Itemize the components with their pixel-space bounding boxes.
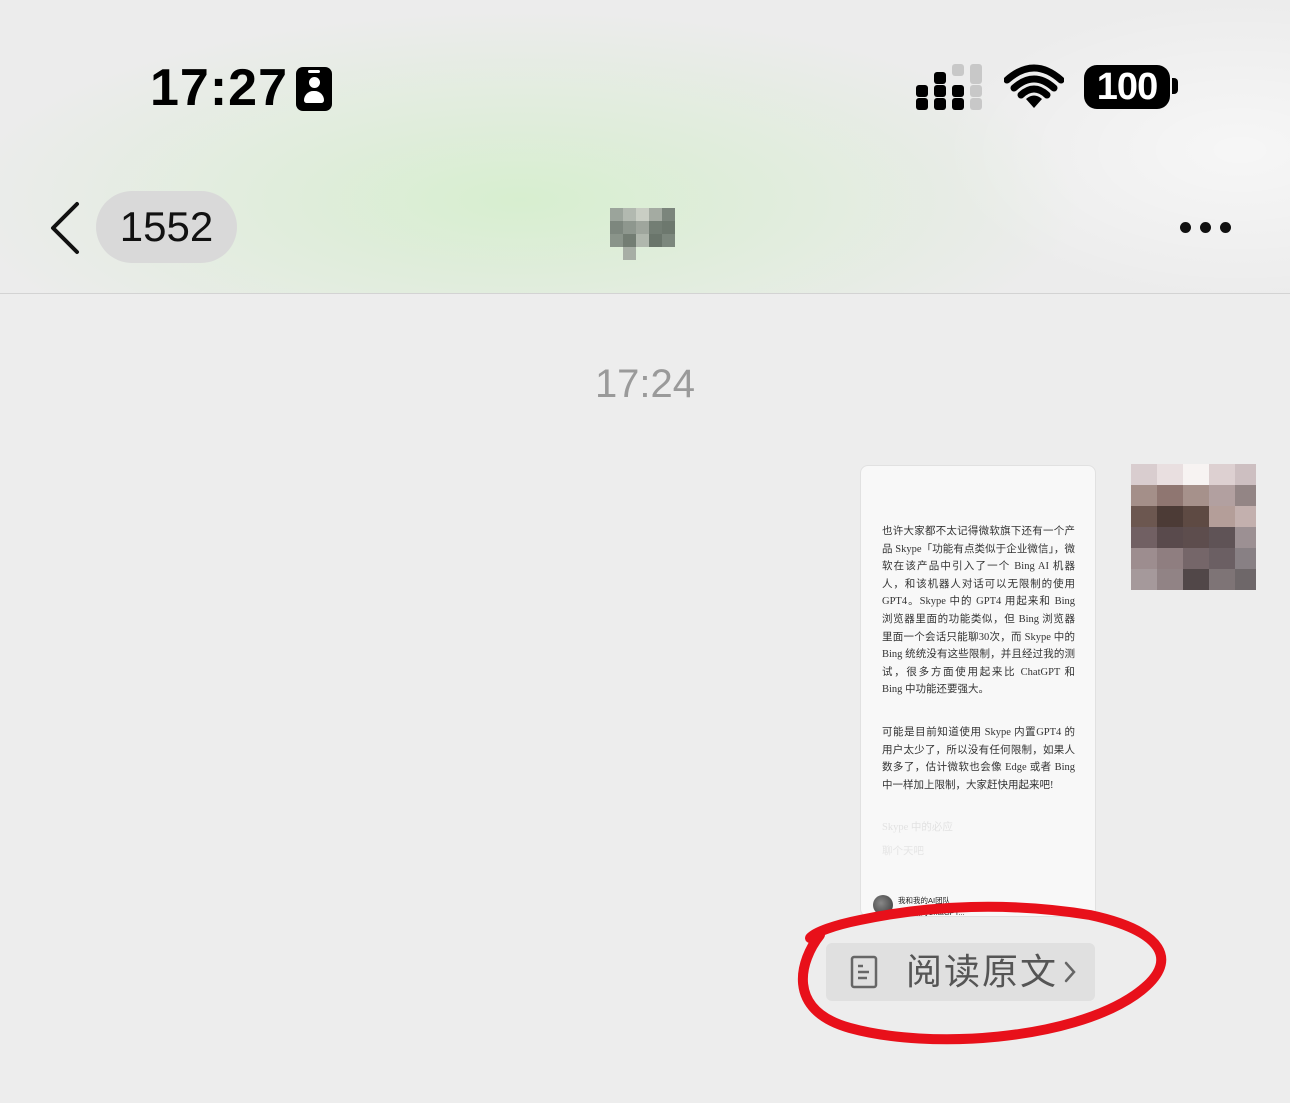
id-badge-icon <box>296 67 332 111</box>
article-faded-line-2: 聊个天吧 <box>882 846 924 857</box>
sender-avatar[interactable] <box>1131 464 1256 590</box>
message-timestamp: 17:24 <box>594 362 696 406</box>
signal-icon <box>916 64 984 110</box>
battery-icon: 100 <box>1084 65 1170 109</box>
article-paragraph-2: 可能是目前知道使用 Skype 内置GPT4 的用户太少了，所以没有任何限制，如… <box>882 727 1075 791</box>
article-paragraph-1: 也许大家都不太记得微软旗下还有一个产品 Skype「功能有点类似于企业微信」，微… <box>882 526 1075 696</box>
back-chevron-icon[interactable] <box>46 200 86 256</box>
more-dots-icon[interactable] <box>1176 218 1236 238</box>
unread-count-pill[interactable]: 1552 <box>96 191 237 263</box>
chat-title-avatar <box>610 208 676 260</box>
article-faded-line-1: Skype 中的必应 <box>882 822 953 833</box>
status-time: 17:27 <box>150 59 288 117</box>
article-card[interactable]: 也许大家都不太记得微软旗下还有一个产品 Skype「功能有点类似于企业微信」，微… <box>860 465 1096 917</box>
red-circle-annotation <box>797 901 1167 1045</box>
battery-tip <box>1172 78 1178 94</box>
top-header: 17:27 100 1552 <box>0 0 1290 294</box>
wifi-icon <box>1004 64 1064 108</box>
